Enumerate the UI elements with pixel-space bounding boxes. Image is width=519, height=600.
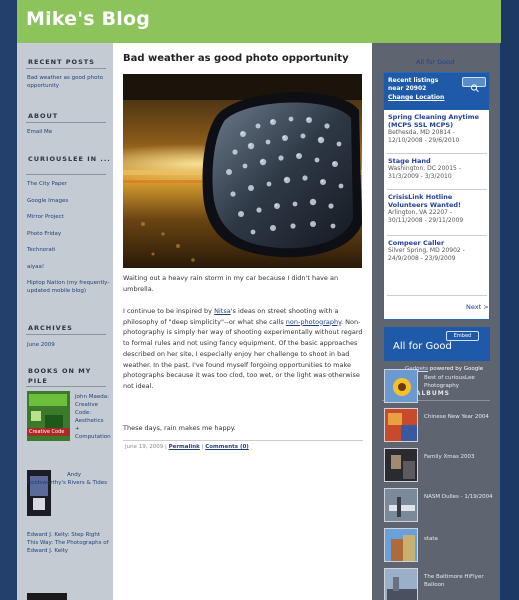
post-title[interactable]: Bad weather as good photo opportunity — [123, 53, 349, 64]
post-footer: June 19, 2009 | Permalink | Comments (0) — [125, 444, 249, 450]
comments-link[interactable]: Comments (0) — [205, 444, 249, 450]
divider — [387, 189, 487, 190]
listing-detail: Silver Spring, MD 20902 - 24/9/2008 - 23… — [388, 247, 465, 262]
listing-title[interactable]: Spring Cleaning Anytime (MCPS SSL MCPS) — [388, 113, 488, 129]
album-link[interactable]: Best of curiousLee Photography — [424, 374, 496, 390]
archives-heading: ARCHIVES — [28, 324, 73, 332]
listing-title[interactable]: Compeer Caller — [388, 239, 488, 247]
listing-detail: Washington, DC 20015 - 31/3/2009 - 3/3/2… — [388, 165, 461, 180]
album-thumb[interactable] — [384, 448, 418, 482]
link-aiyaa[interactable]: aiyaa! — [27, 263, 111, 271]
next-link[interactable]: Next > — [466, 303, 489, 311]
divider — [26, 334, 106, 335]
listing-item[interactable]: CrisisLink Hotline Volunteers Wanted! Ar… — [388, 193, 488, 225]
book-cover-title: Creative Code — [29, 429, 65, 435]
blog-title[interactable]: Mike's Blog — [26, 8, 150, 30]
right-frame-strip — [500, 0, 519, 600]
nitsa-link[interactable]: Nitsa — [214, 307, 231, 315]
album-thumb[interactable] — [384, 369, 418, 403]
listing-item[interactable]: Compeer Caller Silver Spring, MD 20902 -… — [388, 239, 488, 263]
left-sidebar: RECENT POSTS Bad weather as good photo o… — [17, 43, 113, 600]
link-hiptop-nation[interactable]: Hiptop Nation (my frequently-updated mob… — [27, 279, 111, 295]
near-zip-label: near 20902 — [388, 85, 427, 92]
divider — [387, 153, 487, 154]
book-link-step-right[interactable]: Edward J. Kelty: Step Right This Way: Th… — [27, 531, 111, 555]
about-heading: ABOUT — [28, 112, 59, 120]
post-divider — [123, 440, 363, 441]
book-link-rivers-tides[interactable]: Andy Goldsworthy's Rivers & Tides — [27, 471, 111, 487]
blog-header: Mike's Blog — [17, 0, 501, 43]
album-link[interactable]: NASM Dulles - 1/19/2004 — [424, 493, 496, 501]
post-photo-mirror[interactable] — [123, 74, 362, 268]
all-for-good-banner[interactable]: Embed All for Good — [384, 327, 490, 361]
link-mirror-project[interactable]: Mirror Project — [27, 213, 111, 221]
search-button[interactable] — [462, 77, 486, 92]
all-for-good-title[interactable]: All for Good — [416, 58, 454, 66]
listing-item[interactable]: Spring Cleaning Anytime (MCPS SSL MCPS) … — [388, 113, 488, 145]
divider — [26, 174, 106, 175]
book-cover-step-right[interactable] — [27, 593, 67, 600]
divider — [387, 235, 487, 236]
listing-title[interactable]: CrisisLink Hotline Volunteers Wanted! — [388, 193, 488, 209]
album-thumb[interactable] — [384, 488, 418, 522]
listing-title[interactable]: Stage Hand — [388, 157, 488, 165]
archive-june-2009[interactable]: June 2009 — [27, 341, 111, 349]
post-paragraph-2: I continue to be inspired by Nitsa's ide… — [123, 306, 366, 392]
search-icon — [470, 84, 479, 92]
post-paragraph-3: These days, rain makes me happy. — [123, 424, 236, 432]
curiouslee-heading: CURIOUSLEE IN ... — [28, 155, 111, 163]
album-link[interactable]: The Baltimore HiFlyer Balloon — [424, 573, 496, 589]
non-photography-link[interactable]: non-photography — [286, 318, 341, 326]
album-link[interactable]: Chinese New Year 2004 — [424, 413, 496, 421]
listing-item[interactable]: Stage Hand Washington, DC 20015 - 31/3/2… — [388, 157, 488, 181]
album-thumb[interactable] — [384, 568, 418, 600]
divider — [26, 386, 106, 387]
change-location-link[interactable]: Change Location — [388, 94, 444, 102]
powered-by-text: powered by Google — [428, 366, 484, 372]
link-google-images[interactable]: Google Images — [27, 197, 111, 205]
rain-mirror-photo — [123, 74, 362, 268]
album-thumb[interactable] — [384, 528, 418, 562]
left-frame-strip — [0, 0, 17, 600]
post-paragraph-1: Waiting out a heavy rain storm in my car… — [123, 274, 339, 293]
right-sidebar: All for Good Recent listings near 20902 … — [372, 43, 500, 600]
album-thumb[interactable] — [384, 408, 418, 442]
post-date: June 19, 2009 — [125, 444, 164, 450]
main-content: Bad weather as good photo opportunity Wa… — [113, 43, 372, 600]
link-city-paper[interactable]: The City Paper — [27, 180, 111, 188]
recent-posts-heading: RECENT POSTS — [28, 58, 95, 66]
separator: | — [164, 444, 167, 450]
widget-header: Recent listings near 20902 Change Locati… — [384, 73, 489, 110]
divider — [26, 68, 106, 69]
divider — [387, 295, 487, 296]
post-text: . Non-photography is simply her way of s… — [123, 317, 363, 390]
link-photo-friday[interactable]: Photo Friday — [27, 230, 111, 238]
email-me-link[interactable]: Email Me — [27, 128, 111, 136]
embed-button[interactable]: Embed — [446, 331, 479, 341]
recent-post-link[interactable]: Bad weather as good photo opportunity — [27, 74, 111, 90]
permalink-link[interactable]: Permalink — [169, 444, 200, 450]
album-link[interactable]: stata — [424, 535, 496, 543]
listing-detail: Arlington, VA 22207 - 30/11/2008 - 29/11… — [388, 209, 464, 224]
books-heading: BOOKS ON MY PILE — [28, 367, 92, 385]
separator: | — [201, 444, 204, 450]
banner-logo-text: All for Good — [393, 341, 452, 352]
book-cover-creative-code[interactable]: Creative Code — [27, 391, 70, 441]
recent-listings-label: Recent listings — [388, 77, 439, 84]
listing-detail: Bethesda, MD 20814 - 12/10/2008 - 29/6/2… — [388, 129, 460, 144]
link-technorati[interactable]: Technorati — [27, 246, 111, 254]
post-text: I continue to be inspired by — [123, 307, 215, 315]
divider — [26, 122, 106, 123]
album-link[interactable]: Family Xmas 2003 — [424, 453, 496, 461]
all-for-good-widget: Recent listings near 20902 Change Locati… — [383, 72, 490, 320]
book-link-creative-code[interactable]: John Maeda: Creative Code: Aesthetics + … — [75, 393, 111, 441]
